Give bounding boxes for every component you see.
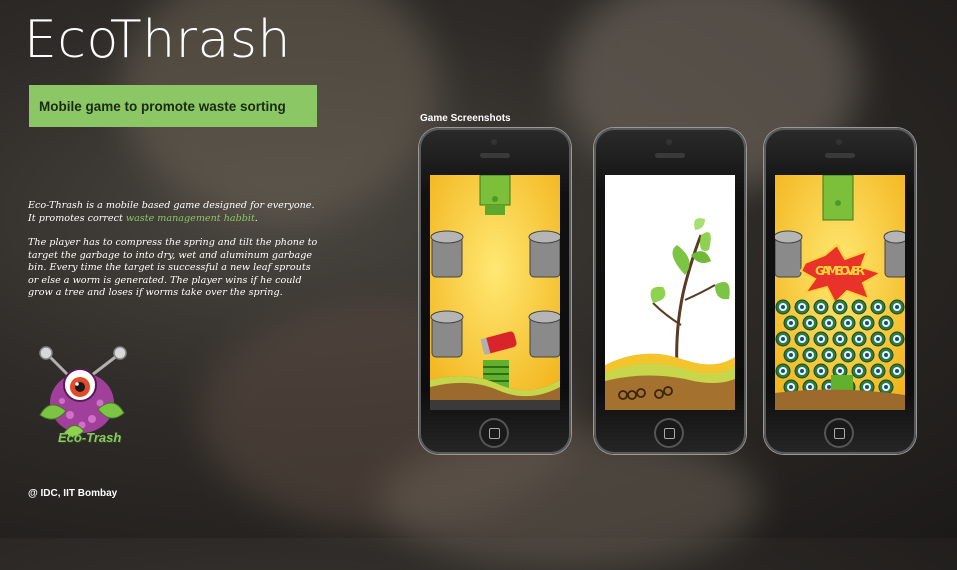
description-para-1: Eco-Thrash is a mobile based game design… bbox=[28, 200, 320, 225]
phone-camera bbox=[491, 139, 497, 145]
phone-screen bbox=[605, 175, 735, 410]
phone-screenshot-tree bbox=[594, 128, 746, 454]
home-button-icon bbox=[824, 418, 854, 448]
screenshots-label: Game Screenshots bbox=[420, 113, 511, 124]
phone-screenshot-gameplay bbox=[419, 128, 571, 454]
phone-screenshot-game-over: GAME OVER bbox=[764, 128, 916, 454]
phone-screen bbox=[430, 175, 560, 410]
trash-bin-icon bbox=[528, 310, 560, 358]
phone-speaker bbox=[825, 153, 855, 158]
trash-bin-icon bbox=[430, 310, 464, 358]
phone-camera bbox=[836, 139, 842, 145]
game-over-text: GAME OVER bbox=[815, 264, 865, 278]
home-button-icon bbox=[654, 418, 684, 448]
trash-bin-icon bbox=[883, 230, 905, 278]
tagline-banner: Mobile game to promote waste sorting bbox=[29, 85, 317, 127]
phone-speaker bbox=[480, 153, 510, 158]
tagline-text: Mobile game to promote waste sorting bbox=[39, 98, 286, 114]
tree-screen-illustration bbox=[605, 175, 735, 410]
description-para-2: The player has to compress the spring an… bbox=[28, 237, 318, 298]
page-title: EcoThrash bbox=[24, 10, 291, 70]
game-over-screen-illustration: GAME OVER bbox=[775, 175, 905, 410]
phone-camera bbox=[666, 139, 672, 145]
phone-speaker bbox=[655, 153, 685, 158]
waste-management-link[interactable]: waste management habbit bbox=[126, 213, 255, 224]
logo-wordmark: Eco-Trash bbox=[58, 430, 122, 445]
description-text: . bbox=[254, 212, 258, 224]
home-button-icon bbox=[479, 418, 509, 448]
footer-credit: @ IDC, IIT Bombay bbox=[28, 488, 118, 499]
trash-bin-icon bbox=[775, 230, 803, 278]
phone-screen: GAME OVER bbox=[775, 175, 905, 410]
trash-bin-icon bbox=[430, 230, 464, 278]
description: Eco-Thrash is a mobile based game design… bbox=[28, 200, 320, 312]
trash-bin-icon bbox=[528, 230, 560, 278]
gameplay-screen-illustration bbox=[430, 175, 560, 410]
